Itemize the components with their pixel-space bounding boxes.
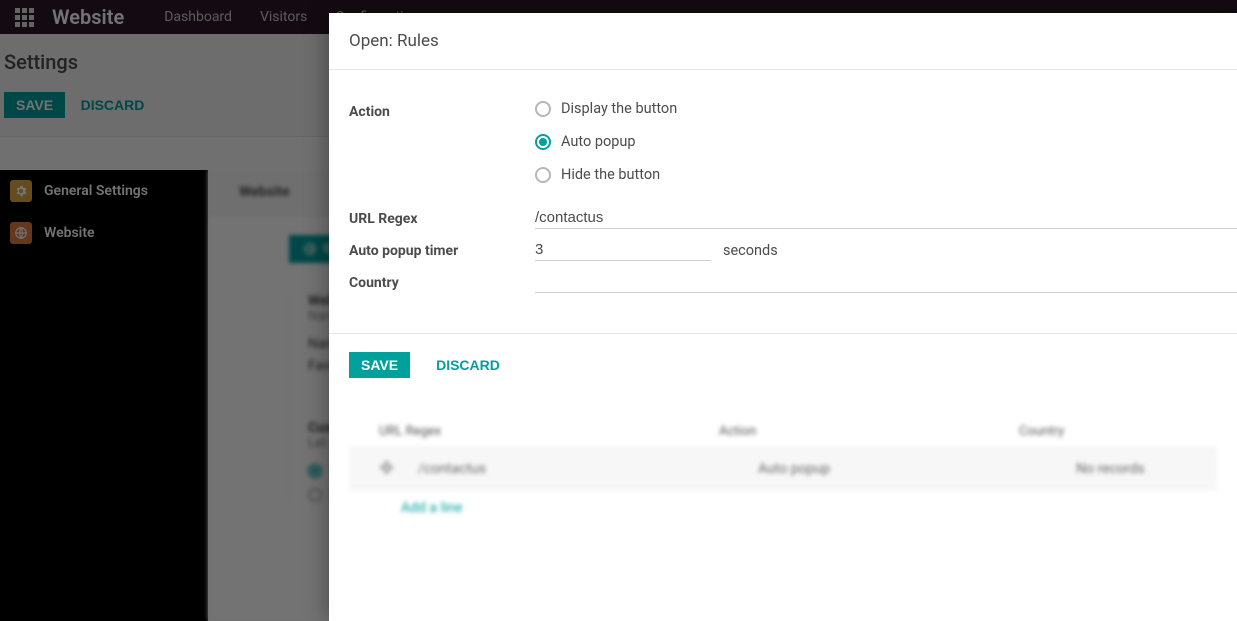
radio-display-button[interactable]: Display the button [535,100,1237,117]
seconds-label: seconds [723,242,778,259]
timer-input[interactable] [535,239,711,261]
dialog-footer: SAVE DISCARD [329,333,1237,396]
field-url-regex: URL Regex [349,207,1237,229]
country-input[interactable] [535,271,1237,293]
bg-add-a-line[interactable]: Add a line [349,490,1217,526]
url-regex-input[interactable] [535,207,1237,229]
rules-dialog: Open: Rules Action Display the button Au… [329,13,1237,621]
radio-hide-button[interactable]: Hide the button [535,166,1237,183]
radio-icon [535,134,551,150]
radio-label: Hide the button [561,166,660,183]
field-action: Action Display the button Auto popup Hid… [349,100,1237,183]
dialog-title: Open: Rules [329,13,1237,70]
url-regex-label: URL Regex [349,207,535,227]
drag-handle-icon[interactable]: ✥ [379,458,394,479]
bg-cell-url: /contactus [418,461,740,477]
dialog-discard-button[interactable]: DISCARD [424,352,512,378]
action-radio-group: Display the button Auto popup Hide the b… [535,100,1237,183]
bg-col-action: Action [719,424,1019,439]
bg-col-url: URL Regex [379,424,719,439]
field-auto-popup-timer: Auto popup timer seconds [349,239,1237,261]
bg-col-country: Country [1019,424,1187,439]
radio-label: Auto popup [561,133,636,150]
bg-cell-action: Auto popup [758,461,1058,477]
dialog-body: Action Display the button Auto popup Hid… [329,70,1237,333]
timer-label: Auto popup timer [349,239,535,259]
country-label: Country [349,271,535,291]
action-label: Action [349,100,535,120]
bg-rules-table: URL Regex Action Country ✥ /contactus Au… [329,396,1237,526]
bg-rule-row[interactable]: ✥ /contactus Auto popup No records [349,447,1217,490]
radio-label: Display the button [561,100,677,117]
dialog-save-button[interactable]: SAVE [349,352,410,378]
radio-icon [535,167,551,183]
radio-icon [535,101,551,117]
radio-auto-popup[interactable]: Auto popup [535,133,1237,150]
bg-cell-country: No records [1076,461,1187,477]
field-country: Country [349,271,1237,293]
